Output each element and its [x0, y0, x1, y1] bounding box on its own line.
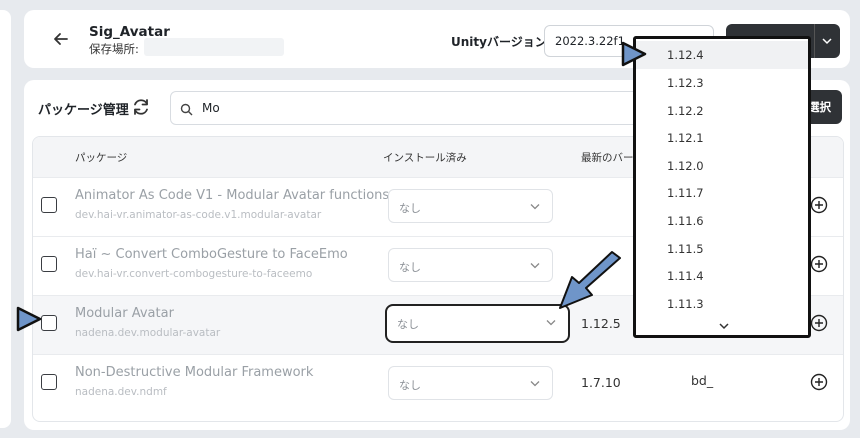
version-option[interactable]: 1.12.1: [636, 124, 808, 152]
search-icon: [180, 101, 193, 116]
package-name: Haï ~ Convert ComboGesture to FaceEmo: [75, 247, 348, 262]
installed-version-select[interactable]: なし: [388, 248, 553, 282]
package-id: nadena.dev.ndmf: [75, 386, 167, 398]
chevron-down-icon: [546, 320, 556, 326]
version-option[interactable]: 1.11.7: [636, 179, 808, 207]
chevron-down-icon: [530, 204, 540, 210]
package-id: nadena.dev.modular-avatar: [75, 327, 221, 339]
package-id: dev.hai-vr.animator-as-code.v1.modular-a…: [75, 209, 322, 221]
version-option[interactable]: 1.11.5: [636, 235, 808, 263]
annotation-arrow-icon: [559, 251, 621, 309]
refresh-icon[interactable]: [130, 96, 152, 118]
version-dropdown-list[interactable]: 1.12.4 1.12.3 1.12.2 1.12.1 1.12.0 1.11.…: [633, 36, 811, 338]
installed-version-select[interactable]: なし: [388, 189, 553, 223]
unity-version-value: 2022.3.22f1: [555, 34, 625, 48]
version-option[interactable]: 1.12.2: [636, 97, 808, 125]
row-checkbox[interactable]: [41, 256, 57, 272]
search-input[interactable]: [202, 98, 502, 118]
version-option[interactable]: 1.12.4: [636, 41, 808, 69]
back-arrow-icon[interactable]: [50, 28, 72, 50]
package-author: bd_: [691, 373, 714, 388]
package-management-title: パッケージ管理: [38, 103, 129, 118]
version-option[interactable]: 1.11.3: [636, 290, 808, 318]
installed-version-value: なし: [397, 318, 419, 331]
installed-version-value: なし: [399, 202, 421, 215]
installed-version-select[interactable]: なし: [385, 304, 570, 343]
version-option[interactable]: 1.12.0: [636, 152, 808, 180]
scroll-down-chevron-icon[interactable]: [718, 322, 730, 330]
row-checkbox[interactable]: [41, 197, 57, 213]
add-package-icon[interactable]: [810, 314, 828, 332]
column-header-package: パッケージ: [75, 152, 128, 164]
table-row[interactable]: Non-Destructive Modular Framework nadena…: [33, 354, 843, 413]
installed-version-select[interactable]: なし: [388, 366, 553, 400]
package-id: dev.hai-vr.convert-combogesture-to-facee…: [75, 268, 313, 280]
annotation-pointer-icon: [16, 306, 42, 332]
version-option[interactable]: 1.12.3: [636, 69, 808, 97]
column-header-installed: インストール済み: [383, 152, 467, 164]
location-label: 保存場所:: [89, 42, 139, 56]
open-options-button[interactable]: [814, 24, 840, 58]
add-package-icon[interactable]: [810, 373, 828, 391]
row-checkbox[interactable]: [41, 374, 57, 390]
package-name: Animator As Code V1 - Modular Avatar fun…: [75, 188, 390, 203]
version-option[interactable]: 1.11.4: [636, 262, 808, 290]
add-package-icon[interactable]: [810, 255, 828, 273]
installed-version-value: なし: [399, 379, 421, 392]
select-button-label: 選択: [808, 100, 831, 114]
location-value-redacted: [144, 38, 284, 56]
chevron-down-icon: [530, 381, 540, 387]
installed-version-value: なし: [399, 261, 421, 274]
chevron-down-icon: [822, 38, 832, 45]
chevron-down-icon: [530, 263, 540, 269]
unity-version-label: Unityバージョン:: [451, 35, 552, 49]
package-name: Non-Destructive Modular Framework: [75, 365, 314, 380]
annotation-pointer-icon: [621, 41, 647, 67]
add-package-icon[interactable]: [810, 196, 828, 214]
side-panel: [0, 10, 11, 428]
package-name: Modular Avatar: [75, 306, 174, 321]
version-option[interactable]: 1.11.6: [636, 207, 808, 235]
latest-version: 1.7.10: [581, 375, 621, 390]
